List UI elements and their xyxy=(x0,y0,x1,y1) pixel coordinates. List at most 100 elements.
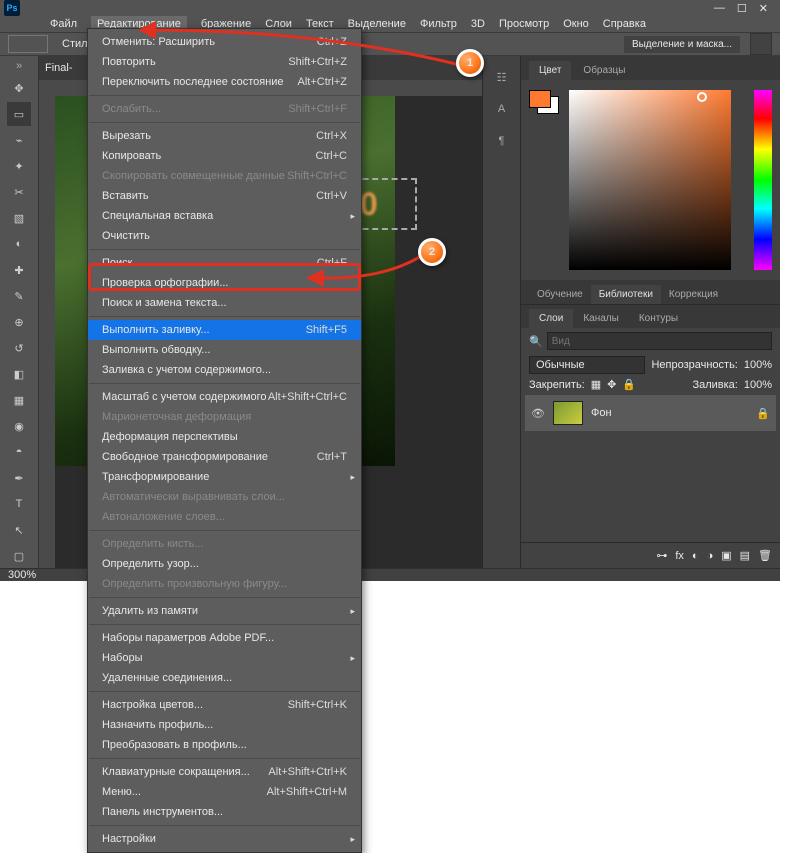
history-panel-icon[interactable]: ☷ xyxy=(491,66,513,88)
menu-фильтр[interactable]: Фильтр xyxy=(420,18,457,30)
options-extra-icon[interactable] xyxy=(750,33,772,55)
zoom-value[interactable]: 300% xyxy=(8,569,36,581)
minimize-icon[interactable]: — xyxy=(714,2,725,15)
pen-tool-icon[interactable]: ✒ xyxy=(7,466,31,490)
menu-item[interactable]: Свободное трансформированиеCtrl+T xyxy=(88,447,361,467)
layer-filter-input[interactable] xyxy=(547,332,772,350)
maximize-icon[interactable]: ☐ xyxy=(737,2,747,15)
layers-footer: ⊶ fx ◐ ◑ ▣ ▤ 🗑 xyxy=(521,542,780,568)
move-tool-icon[interactable]: ✥ xyxy=(7,76,31,100)
menu-item[interactable]: Настройки xyxy=(88,829,361,849)
menu-item[interactable]: Отменить: РасширитьCtrl+Z xyxy=(88,32,361,52)
menu-item[interactable]: Заливка с учетом содержимого... xyxy=(88,360,361,380)
shape-tool-icon[interactable]: ▢ xyxy=(7,544,31,568)
path-tool-icon[interactable]: ↖ xyxy=(7,518,31,542)
menu-item[interactable]: ВырезатьCtrl+X xyxy=(88,126,361,146)
tab-libraries[interactable]: Библиотеки xyxy=(591,285,661,304)
paragraph-panel-icon[interactable]: ¶ xyxy=(491,130,513,152)
layer-row[interactable]: 👁 Фон 🔒 xyxy=(525,395,776,431)
opacity-value[interactable]: 100% xyxy=(744,359,772,371)
lock-pixels-icon[interactable]: ▦ xyxy=(591,378,601,391)
collapse-icon[interactable]: » xyxy=(16,60,22,72)
menu-item[interactable]: Назначить профиль... xyxy=(88,715,361,735)
tab-paths[interactable]: Контуры xyxy=(629,309,688,328)
menu-файл[interactable]: Файл xyxy=(50,18,77,30)
tab-layers[interactable]: Слои xyxy=(529,309,573,328)
close-icon[interactable]: ✕ xyxy=(759,2,768,15)
wand-tool-icon[interactable]: ✦ xyxy=(7,154,31,178)
lock-all-icon[interactable]: 🔒 xyxy=(622,378,636,391)
menu-item[interactable]: Удалить из памяти xyxy=(88,601,361,621)
lock-position-icon[interactable]: ✥ xyxy=(607,378,616,391)
frame-tool-icon[interactable]: ▧ xyxy=(7,206,31,230)
menu-item[interactable]: Клавиатурные сокращения...Alt+Shift+Ctrl… xyxy=(88,762,361,782)
eraser-tool-icon[interactable]: ◧ xyxy=(7,362,31,386)
menu-item[interactable]: Определить узор... xyxy=(88,554,361,574)
menu-item[interactable]: Переключить последнее состояниеAlt+Ctrl+… xyxy=(88,72,361,92)
menu-item[interactable]: Наборы параметров Adobe PDF... xyxy=(88,628,361,648)
hue-slider[interactable] xyxy=(754,90,772,270)
menu-item[interactable]: КопироватьCtrl+C xyxy=(88,146,361,166)
menu-item[interactable]: Панель инструментов... xyxy=(88,802,361,822)
color-picker[interactable] xyxy=(569,90,731,270)
eyedropper-tool-icon[interactable]: ◐ xyxy=(7,232,31,256)
menu-item[interactable]: ВставитьCtrl+V xyxy=(88,186,361,206)
trash-icon[interactable]: 🗑 xyxy=(758,549,772,562)
menu-item[interactable]: Очистить xyxy=(88,226,361,246)
menu-item[interactable]: Масштаб с учетом содержимогоAlt+Shift+Ct… xyxy=(88,387,361,407)
menu-item[interactable]: Настройка цветов...Shift+Ctrl+K xyxy=(88,695,361,715)
stamp-tool-icon[interactable]: ⊕ xyxy=(7,310,31,334)
document-tab[interactable]: Final- xyxy=(45,62,73,74)
select-and-mask-button[interactable]: Выделение и маска... xyxy=(624,36,740,53)
menu-item[interactable]: Выполнить заливку...Shift+F5 xyxy=(88,320,361,340)
tab-swatches[interactable]: Образцы xyxy=(573,61,635,80)
menu-item-label: Определить узор... xyxy=(102,558,347,570)
history-brush-tool-icon[interactable]: ↺ xyxy=(7,336,31,360)
brush-tool-icon[interactable]: ✎ xyxy=(7,284,31,308)
adjustment-icon[interactable]: ◑ xyxy=(707,550,714,562)
menu-просмотр[interactable]: Просмотр xyxy=(499,18,549,30)
tab-adjustments[interactable]: Коррекция xyxy=(661,285,726,304)
link-layers-icon[interactable]: ⊶ xyxy=(656,549,667,562)
gradient-tool-icon[interactable]: ▦ xyxy=(7,388,31,412)
menu-окно[interactable]: Окно xyxy=(563,18,589,30)
marquee-icon[interactable] xyxy=(8,35,48,53)
menu-item[interactable]: Трансформирование xyxy=(88,467,361,487)
character-panel-icon[interactable]: A xyxy=(491,98,513,120)
group-icon[interactable]: ▣ xyxy=(721,549,731,562)
tab-learn[interactable]: Обучение xyxy=(529,285,591,304)
menu-item[interactable]: ПовторитьShift+Ctrl+Z xyxy=(88,52,361,72)
lasso-tool-icon[interactable]: ⌁ xyxy=(7,128,31,152)
menu-item[interactable]: Выполнить обводку... xyxy=(88,340,361,360)
visibility-icon[interactable]: 👁 xyxy=(531,407,545,420)
blend-mode-dropdown[interactable]: Обычные xyxy=(529,356,645,374)
tab-color[interactable]: Цвет xyxy=(529,61,571,80)
fx-icon[interactable]: fx xyxy=(675,550,684,562)
crop-tool-icon[interactable]: ✂ xyxy=(7,180,31,204)
annotation-marker-1: 1 xyxy=(456,49,484,77)
menu-item[interactable]: ПоискCtrl+F xyxy=(88,253,361,273)
layer-name[interactable]: Фон xyxy=(591,407,612,419)
heal-tool-icon[interactable]: ✚ xyxy=(7,258,31,282)
type-tool-icon[interactable]: T xyxy=(7,492,31,516)
layers-panel: Слои Каналы Контуры 🔍 Обычные Непрозрачн… xyxy=(521,304,780,568)
menu-3d[interactable]: 3D xyxy=(471,18,485,30)
fill-value[interactable]: 100% xyxy=(744,379,772,391)
layers-panel-tabs: Слои Каналы Контуры xyxy=(521,304,780,328)
mask-icon[interactable]: ◐ xyxy=(692,550,699,562)
dodge-tool-icon[interactable]: ◓ xyxy=(7,440,31,464)
menu-item[interactable]: Преобразовать в профиль... xyxy=(88,735,361,755)
menu-item[interactable]: Удаленные соединения... xyxy=(88,668,361,688)
menu-item[interactable]: Поиск и замена текста... xyxy=(88,293,361,313)
new-layer-icon[interactable]: ▤ xyxy=(740,549,750,562)
menu-item[interactable]: Проверка орфографии... xyxy=(88,273,361,293)
fg-bg-swatch[interactable] xyxy=(529,90,559,114)
blur-tool-icon[interactable]: ◉ xyxy=(7,414,31,438)
menu-item[interactable]: Специальная вставка xyxy=(88,206,361,226)
menu-справка[interactable]: Справка xyxy=(603,18,646,30)
marquee-tool-icon[interactable]: ▭ xyxy=(7,102,31,126)
menu-item[interactable]: Меню...Alt+Shift+Ctrl+M xyxy=(88,782,361,802)
menu-item[interactable]: Наборы xyxy=(88,648,361,668)
menu-item[interactable]: Деформация перспективы xyxy=(88,427,361,447)
tab-channels[interactable]: Каналы xyxy=(573,309,629,328)
